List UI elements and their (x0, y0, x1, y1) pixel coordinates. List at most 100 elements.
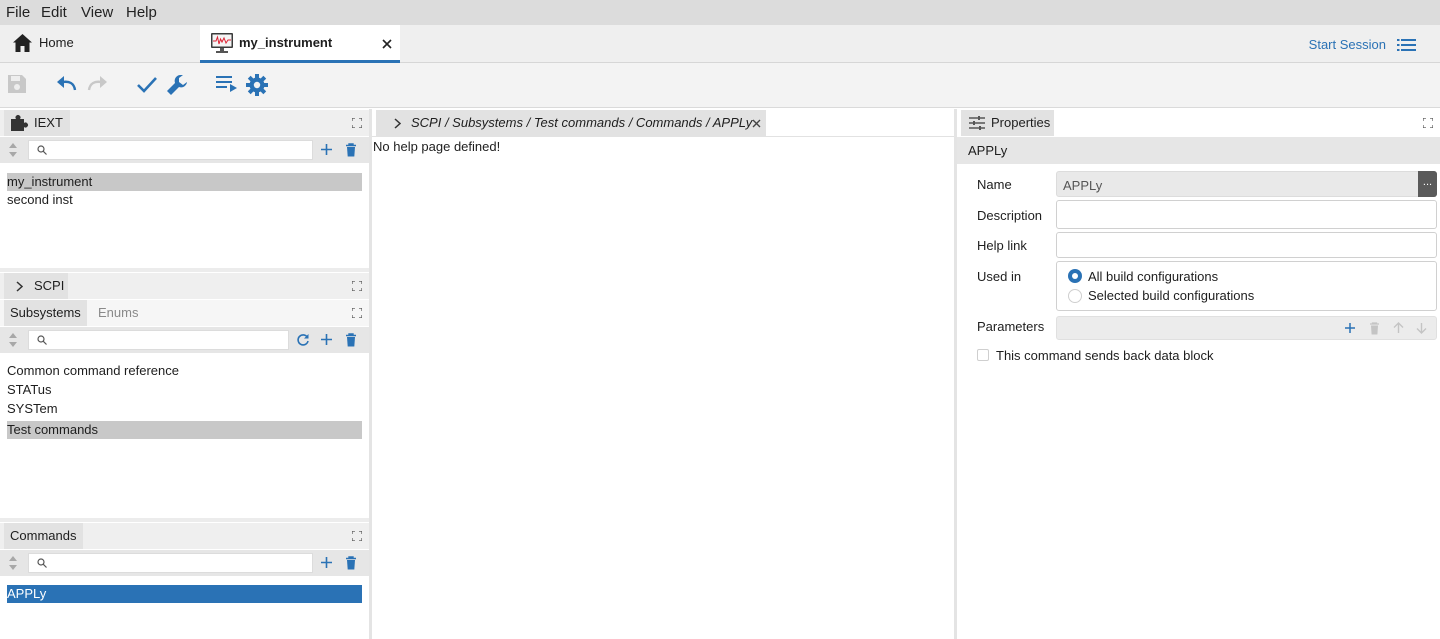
splitter[interactable] (369, 109, 372, 639)
delete-parameter-icon[interactable] (1369, 322, 1380, 335)
divider (372, 136, 954, 137)
list-item[interactable]: Common command reference (7, 362, 362, 380)
toolbar (0, 63, 1440, 108)
help-breadcrumb-tab[interactable]: SCPI / Subsystems / Test commands / Comm… (376, 110, 766, 136)
commands-search-row (0, 550, 370, 576)
document-tab-bar: Home my_instrument Start Session (0, 25, 1440, 63)
menu-file[interactable]: File (6, 4, 30, 21)
iext-search-input[interactable] (28, 140, 313, 160)
iext-tab-label: IEXT (34, 115, 63, 130)
commands-search-input[interactable] (28, 553, 313, 573)
used-in-label: Used in (977, 269, 1022, 284)
properties-header-bar: APPLy (957, 137, 1440, 164)
build-list-icon[interactable] (215, 73, 241, 99)
menu-view[interactable]: View (81, 4, 113, 21)
maximize-subsystems-icon[interactable] (352, 308, 362, 318)
splitter[interactable] (0, 518, 370, 522)
delete-trash-icon[interactable] (345, 143, 357, 157)
tab-home-label: Home (39, 35, 74, 50)
scpi-panel-header: SCPI (0, 273, 370, 299)
menu-bar: File Edit View Help (0, 0, 1440, 25)
maximize-commands-icon[interactable] (352, 531, 362, 541)
refresh-icon[interactable] (296, 333, 310, 347)
maximize-scpi-icon[interactable] (352, 281, 362, 291)
help-panel-header: SCPI / Subsystems / Test commands / Comm… (372, 110, 954, 136)
maximize-properties-icon[interactable] (1423, 118, 1433, 128)
name-value: APPLy (1063, 178, 1103, 193)
save-icon[interactable] (6, 73, 32, 99)
home-icon (12, 33, 33, 53)
sort-icon[interactable] (8, 142, 18, 158)
validate-check-icon[interactable] (136, 73, 162, 99)
tab-home[interactable]: Home (0, 25, 200, 63)
add-icon[interactable] (320, 556, 333, 569)
commands-panel-header: Commands (0, 523, 370, 549)
settings-gear-icon[interactable] (245, 73, 271, 99)
properties-header: APPLy (968, 143, 1008, 158)
tab-my-instrument[interactable]: my_instrument (200, 25, 400, 63)
undo-icon[interactable] (55, 73, 81, 99)
maximize-iext-icon[interactable] (352, 118, 362, 128)
wrench-icon[interactable] (165, 73, 191, 99)
add-icon[interactable] (320, 143, 333, 156)
menu-edit[interactable]: Edit (41, 4, 67, 21)
radio-all-configs[interactable] (1068, 269, 1082, 283)
tab-my-instrument-label: my_instrument (239, 35, 333, 50)
tab-subsystems[interactable]: Subsystems (4, 300, 87, 326)
scpi-subtabs: Subsystems Enums (0, 300, 370, 326)
used-in-group: All build configurations Selected build … (1056, 261, 1437, 311)
radio-selected-configs-label[interactable]: Selected build configurations (1088, 288, 1254, 303)
scpi-tab[interactable]: SCPI (4, 273, 68, 299)
list-menu-icon[interactable] (1397, 38, 1416, 52)
menu-help[interactable]: Help (126, 4, 157, 21)
search-icon (37, 558, 47, 568)
move-down-icon[interactable] (1416, 322, 1427, 334)
start-session-link[interactable]: Start Session (1309, 37, 1386, 52)
list-item[interactable]: STATus (7, 381, 362, 399)
list-item[interactable]: SYSTem (7, 400, 362, 418)
properties-tab[interactable]: Properties (961, 110, 1054, 136)
instrument-monitor-icon (210, 32, 234, 54)
add-parameter-icon[interactable] (1344, 322, 1356, 334)
description-field[interactable] (1056, 200, 1437, 229)
help-text: No help page defined! (373, 139, 501, 154)
delete-trash-icon[interactable] (345, 333, 357, 347)
sort-icon[interactable] (8, 332, 18, 348)
iext-panel-header: IEXT (0, 110, 370, 136)
data-block-checkbox[interactable] (977, 349, 989, 361)
iext-tab[interactable]: IEXT (4, 110, 70, 136)
data-block-label[interactable]: This command sends back data block (996, 348, 1214, 363)
move-up-icon[interactable] (1393, 322, 1404, 334)
list-item[interactable]: second inst (7, 191, 362, 209)
close-icon[interactable] (752, 119, 761, 128)
add-icon[interactable] (320, 333, 333, 346)
search-icon (37, 145, 47, 155)
properties-panel-header: Properties (957, 110, 1440, 136)
close-tab-icon[interactable] (382, 39, 392, 49)
list-item[interactable]: my_instrument (7, 173, 362, 191)
splitter[interactable] (0, 268, 370, 272)
help-link-label: Help link (977, 238, 1027, 253)
splitter[interactable] (954, 109, 957, 639)
chevron-right-icon (16, 281, 23, 292)
tab-enums[interactable]: Enums (92, 300, 152, 326)
help-link-field[interactable] (1056, 232, 1437, 258)
radio-selected-configs[interactable] (1068, 289, 1082, 303)
commands-tab[interactable]: Commands (4, 523, 83, 549)
scpi-tab-label: SCPI (34, 278, 65, 293)
breadcrumb: SCPI / Subsystems / Test commands / Comm… (411, 115, 753, 130)
puzzle-icon (10, 114, 29, 132)
list-item[interactable]: APPLy (7, 585, 362, 603)
chevron-right-icon (394, 118, 401, 129)
delete-trash-icon[interactable] (345, 556, 357, 570)
name-field[interactable]: APPLy ... (1056, 171, 1437, 197)
parameters-toolbar (1056, 316, 1437, 340)
scpi-search-row (0, 327, 370, 353)
name-more-button[interactable]: ... (1418, 171, 1437, 197)
sort-icon[interactable] (8, 555, 18, 571)
redo-icon[interactable] (85, 73, 111, 99)
radio-all-configs-label[interactable]: All build configurations (1088, 269, 1218, 284)
list-item[interactable]: Test commands (7, 421, 362, 439)
scpi-search-input[interactable] (28, 330, 289, 350)
properties-tab-label: Properties (991, 115, 1051, 130)
